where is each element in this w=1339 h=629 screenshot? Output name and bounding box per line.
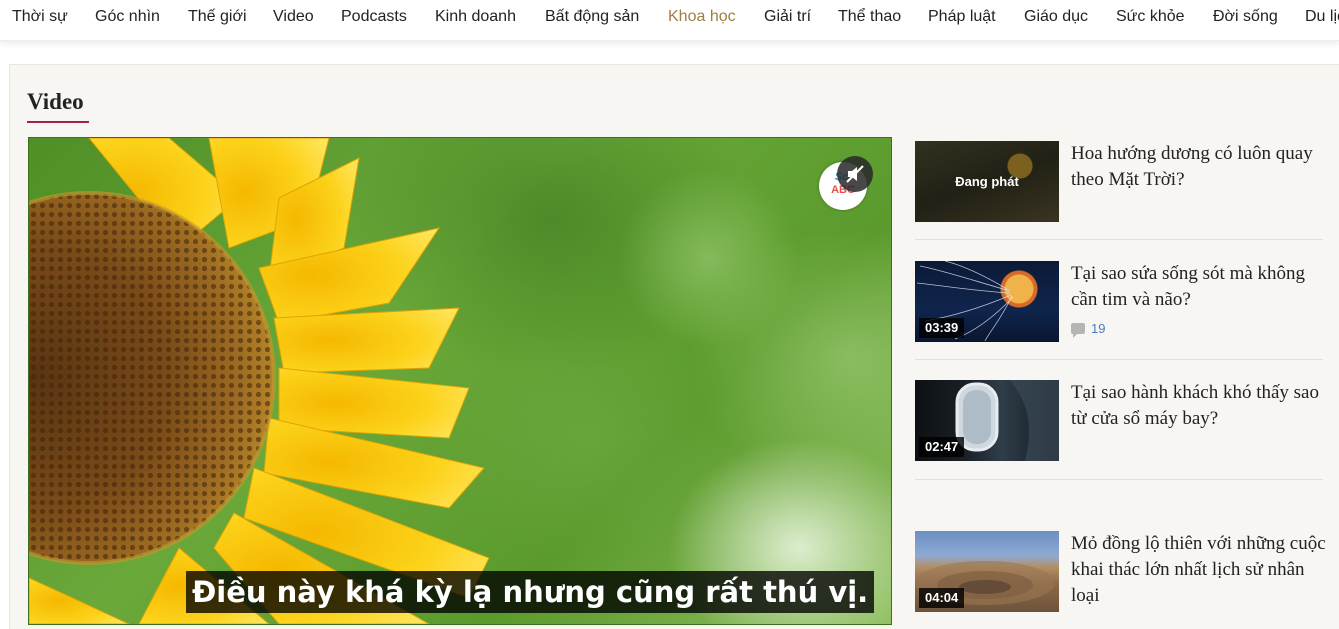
video-title[interactable]: Hoa hướng dương có luôn quay theo Mặt Tr…	[1071, 141, 1327, 193]
nav-item-goc-nhin[interactable]: Góc nhìn	[95, 8, 160, 26]
mute-button[interactable]	[837, 156, 873, 192]
video-section: Video ABC Điều này khá kỳ lạ nhưng cũng …	[9, 64, 1339, 629]
now-playing-overlay: Đang phát	[915, 141, 1059, 222]
video-title[interactable]: Mỏ đồng lộ thiên với những cuộc khai thá…	[1071, 531, 1327, 609]
video-thumbnail[interactable]: 02:47	[915, 380, 1059, 461]
nav-item-kinh-doanh[interactable]: Kinh doanh	[435, 8, 516, 26]
video-duration: 02:47	[919, 437, 965, 457]
nav-item-du-lich[interactable]: Du lịch	[1305, 8, 1339, 26]
nav-item-the-thao[interactable]: Thể thao	[838, 8, 901, 26]
divider	[915, 479, 1323, 480]
nav-item-the-gioi[interactable]: Thế giới	[188, 8, 247, 26]
comment-icon	[1071, 323, 1085, 338]
video-subtitle: Điều này khá kỳ lạ nhưng cũng rất thú vị…	[186, 571, 875, 613]
nav-item-thoi-su[interactable]: Thời sự	[12, 8, 68, 26]
section-title[interactable]: Video	[27, 89, 84, 115]
nav-item-bat-dong-san[interactable]: Bất động sản	[545, 8, 639, 26]
nav-item-suc-khoe[interactable]: Sức khỏe	[1116, 8, 1185, 26]
comment-count[interactable]: 19	[1071, 321, 1106, 338]
video-duration: 03:39	[919, 318, 965, 338]
video-thumbnail[interactable]: 04:04	[915, 531, 1059, 612]
main-navigation: Thời sự Góc nhìn Thế giới Video Podcasts…	[0, 0, 1339, 41]
nav-item-podcasts[interactable]: Podcasts	[341, 8, 407, 26]
divider	[915, 359, 1323, 360]
volume-muted-icon	[846, 165, 864, 183]
nav-item-khoa-hoc[interactable]: Khoa học	[668, 8, 736, 26]
main-video-player[interactable]: Sci ABC Điều này khá kỳ lạ nhưng cũng rấ…	[28, 137, 892, 625]
nav-item-giai-tri[interactable]: Giải trí	[764, 8, 811, 26]
nav-item-video[interactable]: Video	[273, 8, 314, 26]
video-thumbnail[interactable]: Đang phát	[915, 141, 1059, 222]
section-title-underline	[27, 121, 89, 123]
nav-item-phap-luat[interactable]: Pháp luật	[928, 8, 996, 26]
nav-item-giao-duc[interactable]: Giáo dục	[1024, 8, 1088, 26]
video-duration: 04:04	[919, 588, 965, 608]
video-title[interactable]: Tại sao hành khách khó thấy sao từ cửa s…	[1071, 380, 1327, 432]
nav-item-doi-song[interactable]: Đời sống	[1213, 8, 1278, 26]
comment-count-value: 19	[1091, 321, 1106, 336]
sunflower-video-frame	[29, 138, 490, 624]
divider	[915, 239, 1323, 240]
video-thumbnail[interactable]: 03:39	[915, 261, 1059, 342]
video-title[interactable]: Tại sao sứa sống sót mà không cần tim và…	[1071, 261, 1327, 313]
